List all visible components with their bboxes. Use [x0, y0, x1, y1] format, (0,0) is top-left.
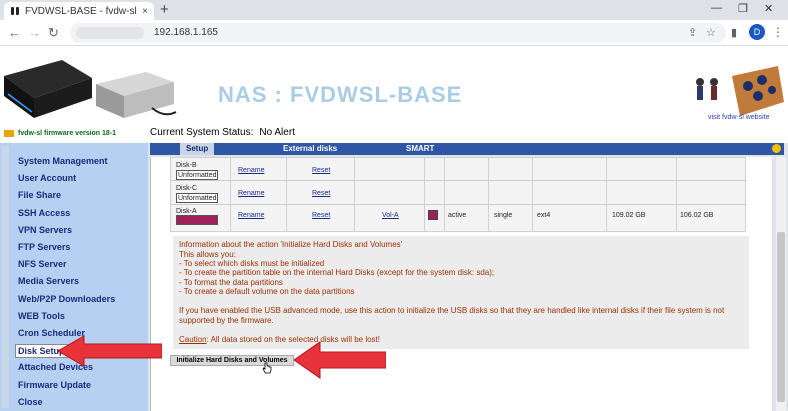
sidebar-item-vpn-servers[interactable]: VPN Servers [18, 225, 72, 235]
disk-a-reset-link[interactable]: Reset [312, 212, 330, 219]
info-line: If you have enabled the USB advanced mod… [179, 306, 725, 315]
disk-a-state: active [448, 212, 467, 219]
disk-c-rename-link[interactable]: Rename [238, 190, 264, 197]
sidebar-item-user-account[interactable]: User Account [18, 173, 76, 183]
disk-a-volume-link[interactable]: Vol-A [382, 212, 399, 219]
table-row-divider [170, 180, 746, 181]
mascot-logo-icon [696, 66, 784, 116]
disk-a-name: Disk-A [176, 208, 197, 215]
star-icon[interactable]: ☆ [706, 26, 716, 39]
info-line: - To create a default volume on the data… [179, 287, 355, 296]
restore-button[interactable]: ❐ [738, 2, 748, 15]
tab-title: FVDWSL-BASE - fvdw-sl Network [25, 5, 138, 17]
new-tab-button[interactable]: + [160, 2, 169, 18]
table-col-divider [424, 157, 425, 232]
table-col-divider [676, 157, 677, 232]
table-col-divider [444, 157, 445, 232]
tab-setup[interactable]: Setup [180, 143, 215, 155]
browser-tab[interactable]: FVDWSL-BASE - fvdw-sl Network × [4, 2, 154, 20]
table-col-divider [532, 157, 533, 232]
sidebar-item-nfs-server[interactable]: NFS Server [18, 259, 67, 269]
reload-button[interactable]: ↻ [48, 25, 59, 41]
table-col-divider [606, 157, 607, 232]
blurred-url-prefix [76, 27, 144, 39]
nas-banner: NAS : FVDWSL-BASE visit fvdw-sl website [0, 46, 788, 128]
disk-b-reset-link[interactable]: Reset [312, 167, 330, 174]
sidebar-item-web-tools[interactable]: WEB Tools [18, 311, 65, 321]
lock-icon[interactable] [772, 144, 781, 153]
disk-a-mode: single [494, 212, 513, 219]
disk-a-total-size: 109.02 GB [612, 212, 646, 219]
page-scrollbar-thumb[interactable] [777, 232, 785, 402]
sidebar-item-system-management[interactable]: System Management [18, 156, 108, 166]
sidebar-item-ftp-servers[interactable]: FTP Servers [18, 242, 70, 252]
external-drive-silver-icon [96, 72, 177, 118]
sidebar-item-media-servers[interactable]: Media Servers [18, 276, 79, 286]
disk-c-reset-link[interactable]: Reset [312, 190, 330, 197]
info-line: This allows you: [179, 250, 236, 259]
disk-c-status: Unformatted [176, 193, 218, 203]
table-col-divider [354, 157, 355, 232]
info-line: - To select which disks must be initiali… [179, 259, 325, 268]
hand-cursor-icon [262, 362, 272, 374]
sidebar-item-close[interactable]: Close [18, 397, 43, 407]
minimize-button[interactable]: — [711, 2, 722, 14]
close-window-button[interactable]: ✕ [764, 2, 773, 15]
info-line: Information about the action 'Initialize… [179, 240, 403, 249]
disk-b-rename-link[interactable]: Rename [238, 167, 264, 174]
sidebar-item-downloaders[interactable]: Web/P2P Downloaders [18, 294, 115, 304]
red-arrow-icon [294, 341, 386, 379]
external-drive-black-icon [4, 60, 92, 118]
sidebar-item-file-share[interactable]: File Share [18, 190, 61, 200]
url-text: 192.168.1.165 [154, 27, 218, 38]
forward-button[interactable]: → [28, 25, 41, 40]
profile-avatar[interactable]: D [749, 24, 765, 40]
tab-smart[interactable]: SMART [406, 143, 434, 155]
initialize-disks-button[interactable]: Initialize Hard Disks and Volumes [170, 355, 294, 366]
disk-c-name: Disk-C [176, 185, 197, 192]
table-col-divider [286, 157, 287, 232]
disk-b-name: Disk-B [176, 162, 197, 169]
system-status-value: No Alert [259, 127, 295, 138]
sidebar-item-ssh-access[interactable]: SSH Access [18, 208, 70, 218]
info-line: - To format the data partitions [179, 278, 283, 287]
address-bar[interactable]: 192.168.1.165 [70, 23, 726, 43]
menu-icon[interactable]: ⋮ [772, 25, 784, 39]
share-icon[interactable]: ⇪ [688, 26, 697, 39]
firmware-version: fvdw-sl firmware version 18-1 [18, 130, 117, 137]
tabs-bar [150, 143, 784, 155]
disk-b-status: Unformatted [176, 170, 218, 180]
disk-a-rename-link[interactable]: Rename [238, 212, 264, 219]
back-button[interactable]: ← [8, 25, 21, 40]
nas-title: NAS : FVDWSL-BASE [218, 82, 463, 107]
tab-close-icon[interactable]: × [142, 6, 148, 17]
system-status: Current System Status: No Alert [150, 127, 295, 138]
side-panel-icon[interactable]: ▮ [731, 26, 737, 39]
table-row-divider [170, 204, 746, 205]
visit-website-link[interactable]: visit fvdw-sl website [708, 114, 769, 121]
tab-favicon-icon [10, 6, 20, 16]
disk-a-usage-bar [176, 215, 218, 225]
sidebar-scrollbar[interactable] [2, 146, 9, 408]
table-col-divider [230, 157, 231, 232]
red-arrow-icon [58, 335, 162, 367]
disk-a-free-size: 106.02 GB [680, 212, 714, 219]
sidebar-item-firmware-update[interactable]: Firmware Update [18, 380, 91, 390]
info-line: supported by the firmware. [179, 316, 274, 325]
disk-a-filesystem: ext4 [537, 212, 551, 219]
firmware-icon [4, 130, 14, 137]
tab-external-disks[interactable]: External disks [283, 143, 337, 155]
table-col-divider [488, 157, 489, 232]
caution-label: Caution [179, 335, 207, 344]
info-line: - To create the partition table on the i… [179, 268, 495, 277]
disk-a-color-swatch [428, 210, 438, 220]
address-toolbar: ← → ↻ 192.168.1.165 ⇪ ☆ ▮ [0, 20, 788, 46]
